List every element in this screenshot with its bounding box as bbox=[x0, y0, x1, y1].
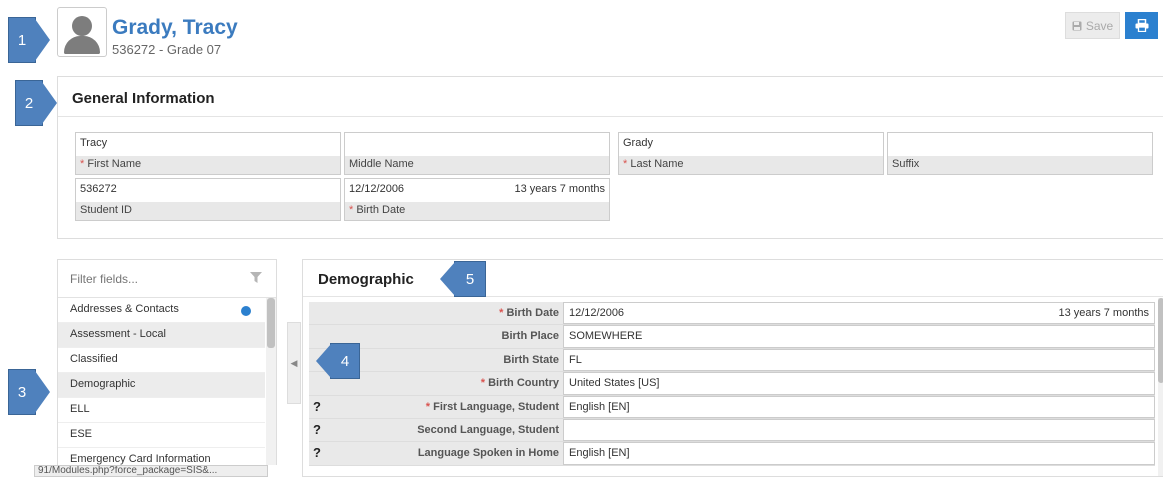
demographic-fields: * Birth Date 12/12/2006 13 years 7 months… bbox=[309, 302, 1155, 466]
field-row-home-language: ? Language Spoken in Home English [EN] bbox=[309, 442, 1155, 466]
blue-dot-icon bbox=[241, 306, 251, 316]
field-label: Birth Place bbox=[501, 330, 559, 343]
print-button[interactable] bbox=[1125, 12, 1158, 39]
birth-date-label: * Birth Date bbox=[345, 202, 609, 220]
field-value[interactable]: SOMEWHERE bbox=[563, 325, 1155, 348]
general-information-panel: General Information Tracy * First Name M… bbox=[57, 76, 1163, 239]
field-value[interactable]: English [EN] bbox=[563, 442, 1155, 465]
middle-name-label: Middle Name bbox=[345, 156, 609, 174]
save-label: Save bbox=[1085, 18, 1114, 33]
nav-item-emergency-card[interactable]: Emergency Card Information bbox=[58, 448, 265, 465]
field-row-first-language: ? * First Language, Student English [EN] bbox=[309, 395, 1155, 419]
nav-item-ese[interactable]: ESE bbox=[58, 423, 265, 448]
divider bbox=[303, 296, 1163, 297]
callout-3: 3 bbox=[8, 369, 36, 415]
student-id-field[interactable]: 536272 Student ID bbox=[75, 178, 341, 221]
suffix-value[interactable] bbox=[888, 133, 1152, 156]
callout-1: 1 bbox=[8, 17, 36, 63]
scrollbar-thumb[interactable] bbox=[267, 298, 275, 348]
callout-4: 4 bbox=[330, 343, 360, 379]
field-label: Second Language, Student bbox=[417, 423, 559, 436]
floppy-disk-icon bbox=[1072, 21, 1082, 30]
filter-funnel-icon[interactable] bbox=[250, 272, 262, 283]
student-avatar bbox=[57, 7, 107, 57]
student-id-value[interactable]: 536272 bbox=[76, 179, 340, 202]
field-label: Language Spoken in Home bbox=[417, 447, 559, 460]
nav-item-label: ELL bbox=[70, 403, 90, 415]
nav-item-label: Classified bbox=[70, 353, 118, 365]
callout-2: 2 bbox=[15, 80, 43, 126]
field-value[interactable]: United States [US] bbox=[563, 372, 1155, 395]
birth-date-age: 13 years 7 months bbox=[514, 183, 606, 195]
nav-item-label: Assessment - Local bbox=[70, 328, 166, 340]
field-row-birth-country: * Birth Country United States [US] bbox=[309, 372, 1155, 396]
last-name-field[interactable]: Grady * Last Name bbox=[618, 132, 884, 175]
save-button[interactable]: Save bbox=[1065, 12, 1120, 39]
birth-date-field[interactable]: 12/12/2006 13 years 7 months * Birth Dat… bbox=[344, 178, 610, 221]
suffix-field[interactable]: Suffix bbox=[887, 132, 1153, 175]
general-information-title: General Information bbox=[72, 90, 215, 107]
nav-item-label: Addresses & Contacts bbox=[70, 303, 179, 315]
question-mark-icon[interactable]: ? bbox=[309, 419, 331, 441]
list-scrollbar[interactable] bbox=[266, 298, 276, 465]
nav-item-label: ESE bbox=[70, 428, 93, 440]
suffix-label: Suffix bbox=[888, 156, 1152, 174]
middle-name-value[interactable] bbox=[345, 133, 609, 156]
nav-item-ell[interactable]: ELL bbox=[58, 398, 265, 423]
birth-date-value[interactable]: 12/12/2006 13 years 7 months bbox=[345, 179, 609, 202]
first-name-label: * First Name bbox=[76, 156, 340, 174]
first-name-value[interactable]: Tracy bbox=[76, 133, 340, 156]
last-name-value[interactable]: Grady bbox=[619, 133, 883, 156]
demographic-panel: Demographic * Birth Date 12/12/2006 13 ye… bbox=[302, 259, 1163, 477]
student-name: Grady, Tracy bbox=[112, 16, 238, 39]
field-row-birth-date: * Birth Date 12/12/2006 13 years 7 months bbox=[309, 302, 1155, 326]
field-label: * Birth Date bbox=[499, 307, 559, 319]
field-value[interactable]: FL bbox=[563, 348, 1155, 372]
divider bbox=[58, 116, 1163, 117]
birth-date-text: 12/12/2006 bbox=[349, 183, 405, 195]
student-id-grade: 536272 - Grade 07 bbox=[112, 42, 222, 57]
field-value[interactable]: 12/12/2006 13 years 7 months bbox=[563, 302, 1155, 325]
person-head-shape bbox=[72, 16, 92, 36]
callout-5: 5 bbox=[454, 261, 486, 297]
nav-item-classified[interactable]: Classified bbox=[58, 348, 265, 373]
field-row-birth-state: Birth State FL bbox=[309, 348, 1155, 373]
demographic-scrollbar[interactable] bbox=[1158, 298, 1163, 476]
caret-left-icon: ◀ bbox=[290, 357, 298, 368]
field-row-second-language: ? Second Language, Student bbox=[309, 418, 1155, 443]
filter-fields-input[interactable] bbox=[70, 272, 230, 286]
scrollbar-thumb[interactable] bbox=[1158, 298, 1163, 383]
field-label: Birth State bbox=[503, 353, 559, 366]
field-row-birth-place: Birth Place SOMEWHERE bbox=[309, 325, 1155, 349]
demographic-title: Demographic bbox=[318, 271, 414, 288]
nav-item-addresses-contacts[interactable]: Addresses & Contacts bbox=[58, 298, 265, 323]
nav-item-assessment-local[interactable]: Assessment - Local bbox=[58, 323, 265, 348]
first-name-field[interactable]: Tracy * First Name bbox=[75, 132, 341, 175]
last-name-label: * Last Name bbox=[619, 156, 883, 174]
field-value[interactable] bbox=[563, 418, 1155, 442]
filter-bar bbox=[58, 260, 276, 298]
collapse-panel-toggle[interactable]: ◀ bbox=[287, 322, 301, 404]
person-body-shape bbox=[64, 36, 100, 54]
field-label: * First Language, Student bbox=[425, 400, 559, 413]
field-category-list: Addresses & Contacts Assessment - Local … bbox=[57, 259, 277, 465]
nav-item-demographic[interactable]: Demographic bbox=[58, 373, 265, 398]
student-id-label: Student ID bbox=[76, 202, 340, 220]
question-mark-icon[interactable]: ? bbox=[309, 396, 331, 418]
nav-item-label: Demographic bbox=[70, 378, 136, 390]
question-mark-icon[interactable]: ? bbox=[309, 442, 331, 464]
middle-name-field[interactable]: Middle Name bbox=[344, 132, 610, 175]
printer-icon bbox=[1135, 19, 1148, 32]
nav-item-label: Emergency Card Information bbox=[70, 453, 211, 465]
field-value[interactable]: English [EN] bbox=[563, 395, 1155, 418]
status-bar-url: 91/Modules.php?force_package=SIS&... bbox=[34, 465, 268, 477]
field-label: * Birth Country bbox=[480, 377, 559, 390]
